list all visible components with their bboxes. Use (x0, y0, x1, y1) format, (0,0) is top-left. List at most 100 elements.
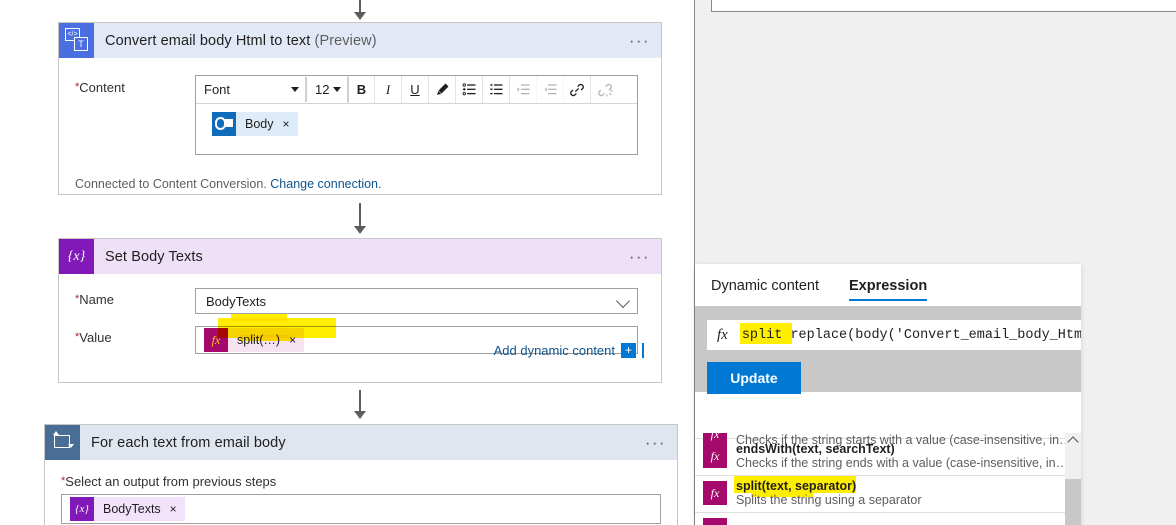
popover-tabs: Dynamic content Expression (695, 264, 1081, 306)
outdent-icon (537, 76, 564, 103)
variable-icon-glyph: {x} (59, 239, 94, 274)
tab-expression[interactable]: Expression (849, 264, 928, 306)
flow-canvas: </> T Convert email body Html to text (P… (0, 0, 694, 525)
card-menu-button[interactable]: ··· (629, 248, 650, 265)
function-list-item-split[interactable]: fx split(text, separator) Splits the str… (695, 476, 1065, 513)
add-dynamic-content-link[interactable]: Add dynamic content (494, 343, 615, 358)
connector-line-2 (359, 390, 361, 412)
italic-button[interactable]: I (375, 76, 402, 103)
font-size-value: 12 (315, 82, 330, 97)
value-label-text: Value (79, 330, 112, 345)
function-list-item[interactable]: fx (695, 513, 1065, 525)
card-title-preview-tag: (Preview) (314, 32, 377, 49)
function-list[interactable]: fx Checks if the string starts with a va… (695, 433, 1065, 525)
font-family-value: Font (204, 82, 231, 97)
connector-line-1 (359, 203, 361, 227)
token-remove-button[interactable]: × (283, 112, 298, 136)
card-body: *Name BodyTexts *Value fx split(…) × Add… (59, 274, 661, 358)
connector-arrow-1 (354, 226, 366, 234)
function-list-item[interactable]: fx endsWith(text, searchText) Checks if … (695, 439, 1065, 476)
rich-text-toolbar: Font 12 B I U (196, 76, 637, 104)
variable-icon: {x} (70, 497, 94, 521)
card-body: *Content Font 12 B I U Body × Connected … (59, 58, 661, 191)
connection-status-row: Connected to Content Conversion. Change … (59, 155, 661, 191)
select-output-input[interactable]: {x} BodyTexts × (61, 494, 661, 524)
card-header[interactable]: {x} Set Body Texts ··· (59, 239, 661, 274)
bold-button[interactable]: B (348, 76, 375, 103)
expression-highlighted-text: split (741, 327, 783, 343)
tab-dynamic-content[interactable]: Dynamic content (711, 264, 819, 306)
connector-arrow-2 (354, 411, 366, 419)
content-field-label: *Content (75, 75, 195, 155)
panel-top-box (711, 0, 1176, 12)
card-menu-button[interactable]: ··· (645, 434, 666, 451)
fx-icon: fx (703, 444, 727, 468)
rich-text-content-area[interactable]: Body × (196, 104, 637, 154)
expression-token-split[interactable]: fx split(…) × (204, 328, 305, 352)
function-name: endsWith(text, searchText) (736, 442, 895, 456)
foreach-loop-icon (45, 425, 80, 460)
token-label: split(…) (237, 333, 281, 347)
card-title: For each text from email body (91, 434, 286, 451)
name-select[interactable]: BodyTexts (195, 288, 638, 314)
name-label-text: Name (79, 292, 114, 307)
token-remove-button[interactable]: × (170, 497, 185, 521)
name-field-row: *Name BodyTexts (59, 274, 661, 314)
connection-status-text: Connected to Content Conversion. (75, 177, 267, 191)
select-output-label-text: Select an output from previous steps (65, 474, 277, 489)
content-label-text: Content (79, 80, 125, 95)
rich-text-editor[interactable]: Font 12 B I U Body × (195, 75, 638, 155)
plus-icon[interactable]: + (621, 343, 636, 358)
dynamic-token-bodytexts[interactable]: {x} BodyTexts × (70, 497, 185, 521)
content-field-row: *Content Font 12 B I U Body × (59, 58, 661, 155)
scrollbar-thumb[interactable] (1065, 479, 1081, 525)
action-card-convert-email-body[interactable]: </> T Convert email body Html to text (P… (58, 22, 662, 195)
fx-icon: fx (703, 481, 727, 505)
card-header[interactable]: For each text from email body ··· (45, 425, 677, 460)
numbered-list-icon[interactable] (483, 76, 510, 103)
underline-button[interactable]: U (402, 76, 429, 103)
variable-icon: {x} (59, 239, 94, 274)
function-description: Checks if the string ends with a value (… (736, 456, 1065, 470)
font-family-select[interactable]: Font (196, 77, 306, 102)
chevron-down-icon (291, 87, 299, 92)
right-panel: Dynamic content Expression fx split (rep… (694, 0, 1176, 525)
unlink-icon (591, 76, 618, 103)
bullet-list-icon[interactable] (456, 76, 483, 103)
change-connection-link[interactable]: Change connection. (270, 177, 381, 191)
connector-arrow-top (354, 12, 366, 20)
select-output-label: *Select an output from previous steps (45, 460, 677, 489)
action-card-for-each[interactable]: For each text from email body ··· *Selec… (44, 424, 678, 525)
dynamic-token-body[interactable]: Body × (212, 112, 298, 136)
fx-icon: fx (717, 326, 728, 343)
expression-input[interactable]: fx split (replace(body('Convert_email_bo… (707, 320, 1081, 350)
action-card-set-body-texts[interactable]: {x} Set Body Texts ··· *Name BodyTexts *… (58, 238, 662, 383)
token-label: BodyTexts (103, 502, 161, 516)
outlook-icon (212, 112, 236, 136)
chevron-up-icon[interactable] (1067, 436, 1079, 448)
function-list-scrollbar[interactable] (1065, 433, 1081, 525)
expression-editor-zone: fx split (replace(body('Convert_email_bo… (695, 306, 1081, 394)
font-size-select[interactable]: 12 (306, 77, 348, 102)
token-remove-button[interactable]: × (289, 328, 304, 352)
add-dynamic-content-bar (642, 343, 644, 358)
html-to-text-icon: </> T (59, 23, 94, 58)
card-menu-button[interactable]: ··· (629, 32, 650, 49)
card-title-text: Convert email body Html to text (105, 32, 311, 49)
card-title: Set Body Texts (105, 248, 203, 265)
add-dynamic-content-control[interactable]: Add dynamic content + (494, 343, 644, 358)
card-title: Convert email body Html to text (Preview… (94, 33, 377, 49)
link-icon[interactable] (564, 76, 591, 103)
fx-icon: fx (703, 518, 727, 525)
function-description: Splits the string using a separator (736, 493, 922, 507)
pen-highlight-icon[interactable] (429, 76, 456, 103)
token-label: Body (245, 117, 274, 131)
indent-icon (510, 76, 537, 103)
value-field-label: *Value (75, 326, 195, 345)
card-header[interactable]: </> T Convert email body Html to text (P… (59, 23, 661, 58)
update-button[interactable]: Update (707, 362, 801, 394)
chevron-down-icon (615, 293, 631, 309)
chevron-down-icon (333, 87, 342, 92)
expression-rest-text: (replace(body('Convert_email_body_Htm (782, 327, 1081, 343)
expression-popover[interactable]: Dynamic content Expression fx split (rep… (695, 264, 1081, 525)
